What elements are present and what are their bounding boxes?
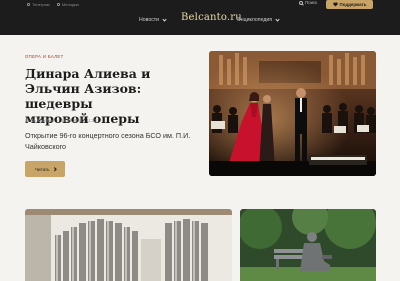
separator-dot bbox=[56, 120, 58, 121]
read-label: Читать bbox=[34, 166, 50, 172]
article-author[interactable]: Игорь Корабин bbox=[25, 118, 54, 123]
search-icon bbox=[299, 0, 303, 5]
read-button[interactable]: Читать bbox=[25, 161, 65, 177]
card-image-monument[interactable] bbox=[240, 209, 376, 281]
heart-icon bbox=[332, 2, 338, 7]
support-label: Поддержать bbox=[339, 2, 367, 7]
concert-photo bbox=[209, 51, 376, 176]
telegram-icon bbox=[27, 3, 30, 6]
chevron-right-icon bbox=[52, 167, 56, 171]
article-lead: Открытие 96-го концертного сезона БСО им… bbox=[25, 131, 191, 151]
music-icon bbox=[57, 3, 60, 6]
monument-photo bbox=[240, 209, 376, 281]
search-button[interactable]: Поиск bbox=[299, 0, 317, 5]
chevron-down-icon bbox=[162, 16, 167, 22]
article-meta: Игорь Корабин 18.09.2020 в 11:23 bbox=[25, 118, 97, 123]
article-title-line: Динара Алиева и bbox=[25, 66, 151, 81]
nav-news-label: Новости bbox=[139, 17, 160, 23]
article-category[interactable]: ОПЕРА И БАЛЕТ bbox=[25, 54, 64, 59]
music-label: Мелодии bbox=[62, 2, 79, 7]
nav-news-menu[interactable]: Новости bbox=[139, 16, 167, 23]
site-logo[interactable]: Belcanto.ru bbox=[181, 12, 242, 23]
telegram-link[interactable]: Телеграм bbox=[27, 2, 50, 7]
organ-photo bbox=[25, 209, 232, 281]
nav-encyclopedia-label: Энциклопедия bbox=[237, 17, 273, 23]
chevron-down-icon bbox=[275, 16, 280, 22]
top-navbar: Телеграм Мелодии Новости Belcanto.ru Энц… bbox=[0, 0, 400, 35]
nav-encyclopedia-menu[interactable]: Энциклопедия bbox=[237, 16, 280, 23]
support-button[interactable]: Поддержать bbox=[326, 0, 373, 9]
article-date: 18.09.2020 в 11:23 bbox=[60, 118, 97, 123]
article-title[interactable]: Динара Алиева и Эльчин Азизов: шедевры м… bbox=[25, 66, 200, 126]
music-link[interactable]: Мелодии bbox=[57, 2, 79, 7]
article-title-line: Эльчин Азизов: шедевры bbox=[25, 81, 142, 111]
search-label: Поиск bbox=[305, 0, 318, 5]
article-hero-image[interactable] bbox=[209, 51, 376, 176]
telegram-label: Телеграм bbox=[32, 2, 50, 7]
card-image-organ[interactable] bbox=[25, 209, 232, 281]
